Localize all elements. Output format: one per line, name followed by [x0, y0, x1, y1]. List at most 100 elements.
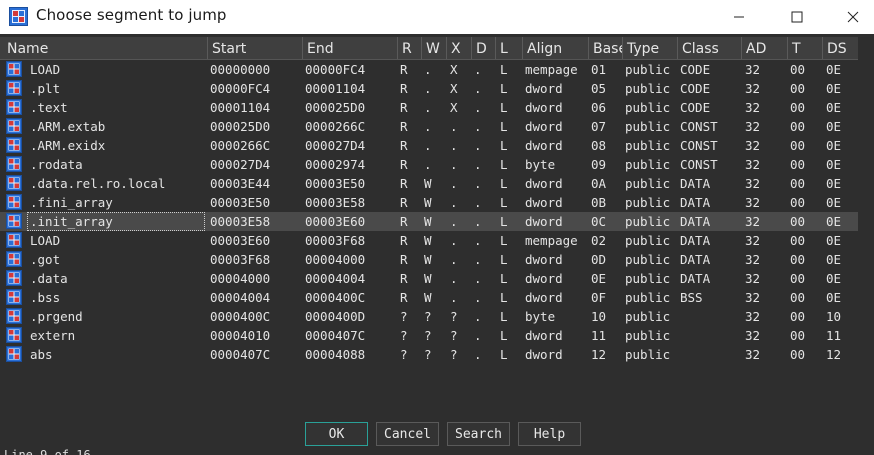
table-row[interactable]: extern 00004010 0000407C???. Ldword 11 public…	[0, 326, 858, 345]
cell-class: CONST	[680, 157, 718, 172]
column-header-start[interactable]: Start	[207, 37, 302, 59]
cell-class: DATA	[680, 176, 711, 191]
segment-icon	[6, 346, 22, 362]
cell-w: .	[424, 119, 432, 134]
cell-type: public	[625, 233, 671, 248]
cell-t: 00	[790, 214, 806, 229]
segment-icon	[6, 175, 22, 191]
cell-l: L	[500, 347, 508, 362]
cell-x: .	[450, 290, 458, 305]
close-icon	[847, 11, 859, 23]
table-row[interactable]: LOAD 00000000 00000FC4 R. X. Lmempage 01 public…	[0, 60, 858, 79]
maximize-button[interactable]	[774, 0, 820, 34]
column-header-w[interactable]: W	[421, 37, 446, 59]
column-header-d[interactable]: D	[471, 37, 495, 59]
cell-class: CODE	[680, 62, 711, 77]
table-row[interactable]: .init_array 00003E58 00003E60 R W.. Ldword 0C p…	[0, 212, 858, 231]
cell-ds: 0E	[826, 290, 842, 305]
table-row[interactable]: .rodata 000027D4 00002974 R... Lbyte 09 public…	[0, 155, 858, 174]
segment-name-cell: .plt	[27, 79, 205, 98]
cell-x: .	[450, 252, 458, 267]
cell-class: CODE	[680, 100, 711, 115]
column-header-align[interactable]: Align	[522, 37, 588, 59]
table-row[interactable]: .data 00004000 00004004 R W.. Ldword 0E public D…	[0, 269, 858, 288]
cell-l: L	[500, 252, 508, 267]
cell-end: 00003E58	[305, 195, 366, 210]
segment-name: .got	[30, 252, 61, 267]
column-header-type[interactable]: Type	[622, 37, 677, 59]
cell-class: DATA	[680, 195, 711, 210]
cell-x: X	[450, 81, 458, 96]
cell-end: 00002974	[305, 157, 366, 172]
table-row[interactable]: abs 0000407C 00004088???. Ldword 12 public 32 0…	[0, 345, 858, 364]
cell-t: 00	[790, 252, 806, 267]
cell-x: X	[450, 100, 458, 115]
table-row[interactable]: .plt 00000FC4 00001104 R. X. Ldword 05 public CO…	[0, 79, 858, 98]
cell-base: 0B	[591, 195, 607, 210]
cell-d: .	[474, 214, 482, 229]
segment-name-cell: .ARM.extab	[27, 117, 205, 136]
table-row[interactable]: LOAD 00003E60 00003F68 R W.. Lmempage 02 public…	[0, 231, 858, 250]
column-header-x[interactable]: X	[446, 37, 471, 59]
cell-l: L	[500, 328, 508, 343]
cell-start: 00004010	[210, 328, 271, 343]
help-button[interactable]: Help	[518, 422, 581, 446]
cell-w: .	[424, 138, 432, 153]
cell-t: 00	[790, 347, 806, 362]
cell-ds: 0E	[826, 62, 842, 77]
cell-l: L	[500, 81, 508, 96]
search-button[interactable]: Search	[447, 422, 510, 446]
table-row[interactable]: .ARM.exidx 0000266C 000027D4 R... Ldword 08 pu…	[0, 136, 858, 155]
cell-end: 00003F68	[305, 233, 366, 248]
cell-type: public	[625, 309, 671, 324]
cell-t: 00	[790, 81, 806, 96]
minimize-button[interactable]	[716, 0, 762, 34]
cell-class: DATA	[680, 271, 711, 286]
segment-icon	[6, 232, 22, 248]
table-row[interactable]: .bss 00004004 0000400C R W.. Ldword 0F public BS…	[0, 288, 858, 307]
table-row[interactable]: .ARM.extab 000025D0 0000266C R... Ldword 07 pu…	[0, 117, 858, 136]
column-header-l[interactable]: L	[495, 37, 522, 59]
cell-base: 02	[591, 233, 607, 248]
segment-list[interactable]: LOAD 00000000 00000FC4 R. X. Lmempage 01 public…	[0, 60, 858, 364]
cell-ad: 32	[745, 214, 761, 229]
cell-end: 00003E50	[305, 176, 366, 191]
segment-name: .init_array	[30, 214, 113, 229]
column-header-ad[interactable]: AD	[741, 37, 787, 59]
cell-d: .	[474, 195, 482, 210]
cell-base: 0F	[591, 290, 607, 305]
table-row[interactable]: .fini_array 00003E50 00003E58 R W.. Ldword 0B p…	[0, 193, 858, 212]
segment-icon	[6, 289, 22, 305]
cell-type: public	[625, 214, 671, 229]
column-header-class[interactable]: Class	[677, 37, 741, 59]
segment-name-cell: .text	[27, 98, 205, 117]
cell-start: 00000FC4	[210, 81, 271, 96]
table-row[interactable]: .prgend 0000400C 0000400D???. Lbyte 10 public…	[0, 307, 858, 326]
cell-w: .	[424, 81, 432, 96]
close-button[interactable]	[830, 0, 874, 34]
column-header-r[interactable]: R	[397, 37, 421, 59]
column-header-name[interactable]: Name	[0, 37, 207, 59]
column-header-end[interactable]: End	[302, 37, 397, 59]
cell-base: 0E	[591, 271, 607, 286]
cell-x: .	[450, 138, 458, 153]
table-row[interactable]: .got 00003F68 00004000 R W.. Ldword 0D public DA…	[0, 250, 858, 269]
segment-name: LOAD	[30, 233, 61, 248]
cell-l: L	[500, 176, 508, 191]
cell-type: public	[625, 176, 671, 191]
column-header-t[interactable]: T	[787, 37, 822, 59]
column-header-ds[interactable]: DS	[822, 37, 858, 59]
cell-w: ?	[424, 309, 432, 324]
ok-button[interactable]: OK	[305, 422, 368, 446]
column-header-base[interactable]: Base	[588, 37, 622, 59]
cell-d: .	[474, 119, 482, 134]
table-row[interactable]: .data.rel.ro.local 00003E44 00003E50 R W.. Ld…	[0, 174, 858, 193]
cell-x: ?	[450, 328, 458, 343]
cancel-button[interactable]: Cancel	[376, 422, 439, 446]
segment-name-cell: abs	[27, 345, 205, 364]
cell-end: 0000400C	[305, 290, 366, 305]
cell-start: 00003E60	[210, 233, 271, 248]
table-row[interactable]: .text 00001104 000025D0 R. X. Ldword 06 public C…	[0, 98, 858, 117]
cell-w: W	[424, 252, 432, 267]
cell-ad: 32	[745, 195, 761, 210]
